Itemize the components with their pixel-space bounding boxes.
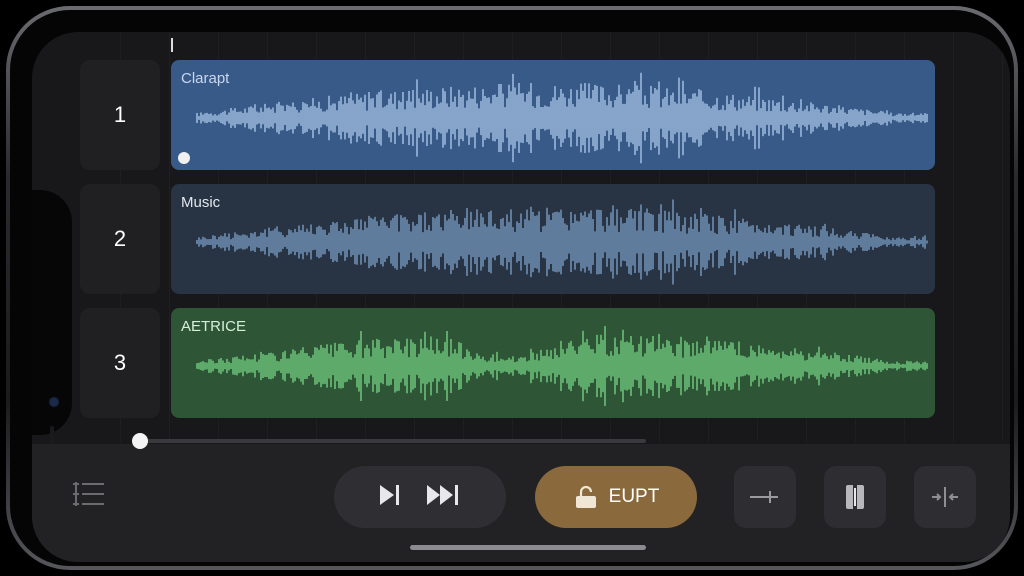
track-number-2[interactable]: 2: [80, 184, 160, 294]
skip-forward-icon: [427, 484, 458, 505]
waveform-3: [196, 326, 928, 406]
track-number-1[interactable]: 1: [80, 60, 160, 170]
trim-icon: [932, 487, 958, 507]
phone-frame: 1 Clarapt 2 Music 3 AETRICE EUPT: [6, 6, 1018, 570]
waveform-2: [196, 199, 928, 285]
play-button[interactable]: [377, 483, 403, 512]
phone-bezel: 1 Clarapt 2 Music 3 AETRICE EUPT: [10, 10, 1014, 566]
camera-icon: [50, 398, 58, 406]
notch: [32, 190, 72, 474]
transport-controls: [334, 466, 506, 528]
move-button[interactable]: [734, 466, 796, 528]
skip-forward-button[interactable]: [425, 483, 463, 512]
split-button[interactable]: [824, 466, 886, 528]
home-indicator: [410, 545, 646, 550]
track-label-2: Music: [181, 194, 221, 211]
edit-button[interactable]: EUPT: [535, 466, 697, 528]
scrubber-knob[interactable]: [132, 433, 148, 449]
unlock-icon: [575, 485, 596, 508]
track-region-2[interactable]: Music: [171, 184, 935, 294]
waveform-1: [196, 72, 928, 164]
track-label-3: AETRICE: [181, 318, 247, 335]
arrow-right-icon: [750, 491, 778, 503]
edit-button-label: EUPT: [608, 486, 660, 507]
track-region-3[interactable]: AETRICE: [171, 308, 935, 418]
track-list-button[interactable]: [70, 472, 110, 516]
list-icon: [73, 482, 104, 506]
split-icon: [846, 485, 864, 509]
scrubber-track[interactable]: [136, 439, 646, 443]
play-icon: [380, 484, 399, 505]
screen: 1 Clarapt 2 Music 3 AETRICE EUPT: [32, 32, 1010, 562]
track-label-1: Clarapt: [181, 70, 230, 87]
loop-toggle[interactable]: [178, 152, 190, 164]
trim-button[interactable]: [914, 466, 976, 528]
playhead-marker[interactable]: [171, 38, 173, 52]
track-region-1[interactable]: Clarapt: [171, 60, 935, 170]
track-number-3[interactable]: 3: [80, 308, 160, 418]
